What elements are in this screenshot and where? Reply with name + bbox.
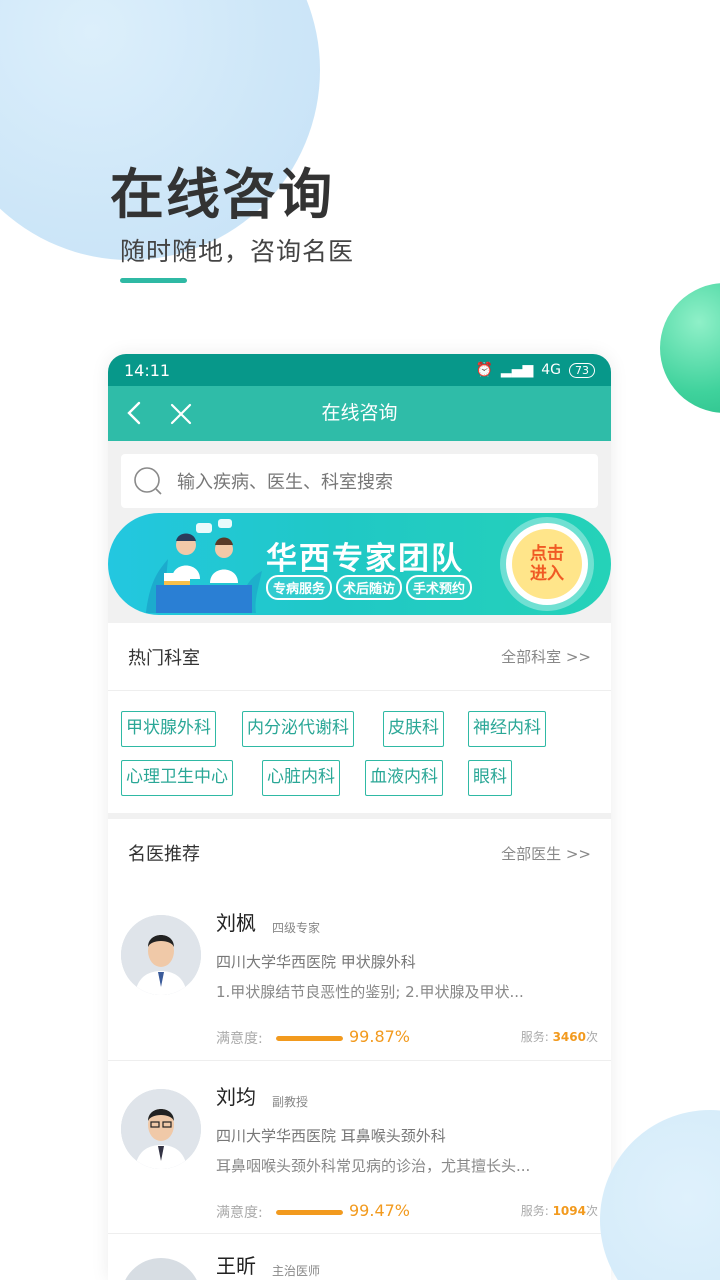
battery-icon: 73 (569, 362, 595, 378)
search-icon (134, 467, 162, 495)
department-tag[interactable]: 心理卫生中心 (121, 760, 233, 796)
banner-tag: 手术预约 (406, 575, 473, 600)
satisfaction-label: 满意度: (216, 1205, 263, 1221)
doctor-description: 1.甲状腺结节良恶性的鉴别; 2.甲状腺及甲状... (216, 983, 524, 1001)
navigation-bar: 在线咨询 (108, 386, 611, 441)
doctor-name: 刘枫 (216, 911, 256, 935)
network-label: 4G (541, 362, 561, 378)
status-time: 14:11 (124, 360, 171, 380)
department-tag[interactable]: 皮肤科 (383, 711, 444, 747)
doctors-header: 名医推荐 全部医生 >> (108, 819, 611, 887)
phone-mockup: 14:11 ⏰ ▂▄▆ 4G 73 在线咨询 输入疾病、医生、科室搜索 华西专家… (108, 354, 611, 1280)
service-label: 服务: (520, 1204, 549, 1218)
department-tag[interactable]: 内分泌代谢科 (242, 711, 354, 747)
search-placeholder: 输入疾病、医生、科室搜索 (177, 472, 393, 493)
decor-blob-bottom-right (600, 1110, 720, 1280)
doctor-card[interactable]: 王昕 主治医师 (108, 1234, 611, 1280)
satisfaction-value: 99.47% (349, 1201, 411, 1220)
doctor-card[interactable]: 刘均 副教授 四川大学华西医院 耳鼻喉头颈外科 耳鼻咽喉头颈外科常见病的诊治，尤… (108, 1061, 611, 1234)
satisfaction-bar (276, 1036, 343, 1041)
banner-tags: 专病服务 术后随访 手术预约 (266, 575, 473, 600)
banner-tag: 专病服务 (266, 575, 333, 600)
nav-title: 在线咨询 (321, 402, 398, 424)
banner-title: 华西专家团队 (266, 541, 464, 577)
doctor-hospital: 四川大学华西医院 甲状腺外科 (216, 953, 416, 971)
app-screen: 在线咨询 随时随地，咨询名医 14:11 ⏰ ▂▄▆ 4G 73 在线咨询 输入… (0, 0, 720, 1280)
department-tag[interactable]: 血液内科 (365, 760, 443, 796)
status-icons: ⏰ ▂▄▆ 4G 73 (475, 362, 595, 378)
satisfaction-bar (276, 1210, 343, 1215)
doctor-name: 刘均 (216, 1085, 256, 1109)
all-doctors-link[interactable]: 全部医生 >> (501, 843, 591, 864)
decor-blob-right (660, 283, 720, 413)
service-label: 服务: (520, 1030, 549, 1044)
search-area: 输入疾病、医生、科室搜索 (108, 441, 611, 513)
doctor-card[interactable]: 刘枫 四级专家 四川大学华西医院 甲状腺外科 1.甲状腺结节良恶性的鉴别; 2.… (108, 887, 611, 1061)
satisfaction-bar-fill (276, 1036, 343, 1041)
satisfaction-bar-fill (276, 1210, 343, 1215)
doctor-title: 四级专家 (272, 921, 321, 935)
avatar (121, 1258, 201, 1280)
hero-title: 在线咨询 (110, 163, 334, 226)
alarm-icon: ⏰ (475, 362, 493, 378)
doctor-name: 王昕 (216, 1254, 256, 1278)
service-count: 服务: 3460次 (521, 1028, 598, 1045)
service-count: 服务: 1094次 (521, 1202, 598, 1219)
enter-button-label: 点击 进入 (512, 529, 582, 599)
search-input[interactable]: 输入疾病、医生、科室搜索 (121, 454, 598, 508)
banner-tag: 术后随访 (336, 575, 403, 600)
status-bar: 14:11 ⏰ ▂▄▆ 4G 73 (108, 354, 611, 386)
doctor-hospital: 四川大学华西医院 耳鼻喉头颈外科 (216, 1127, 446, 1145)
departments-header: 热门科室 全部科室 >> (108, 623, 611, 691)
doctors-title: 名医推荐 (128, 844, 200, 865)
avatar (121, 915, 201, 995)
service-unit: 次 (585, 1030, 598, 1044)
avatar (121, 1089, 201, 1169)
department-tag[interactable]: 神经内科 (468, 711, 546, 747)
service-unit: 次 (585, 1204, 598, 1218)
doctors-illustration-icon (146, 519, 262, 613)
department-tag[interactable]: 心脏内科 (262, 760, 340, 796)
hero-underline (120, 278, 187, 283)
all-departments-link[interactable]: 全部科室 >> (501, 646, 591, 667)
service-number: 3460 (552, 1030, 586, 1044)
service-number: 1094 (552, 1204, 586, 1218)
departments-title: 热门科室 (128, 647, 200, 669)
satisfaction-value: 99.87% (349, 1027, 411, 1046)
signal-icon: ▂▄▆ (500, 362, 534, 378)
doctor-description: 耳鼻咽喉头颈外科常见病的诊治，尤其擅长头... (216, 1157, 531, 1175)
banner-area: 华西专家团队 专病服务 术后随访 手术预约 点击 进入 (108, 513, 611, 623)
satisfaction-label: 满意度: (216, 1031, 263, 1047)
department-tag[interactable]: 甲状腺外科 (121, 711, 216, 747)
hero-subtitle: 随时随地，咨询名医 (120, 237, 355, 266)
department-tags: 甲状腺外科 内分泌代谢科 皮肤科 神经内科 心理卫生中心 心脏内科 血液内科 眼… (108, 691, 611, 813)
doctor-title: 主治医师 (272, 1264, 321, 1278)
enter-button-line1: 点击 (530, 544, 564, 564)
enter-button-line2: 进入 (530, 564, 564, 584)
departments-section: 热门科室 全部科室 >> 甲状腺外科 内分泌代谢科 皮肤科 神经内科 心理卫生中… (108, 623, 611, 813)
enter-button[interactable]: 点击 进入 (506, 523, 588, 605)
expert-team-banner[interactable]: 华西专家团队 专病服务 术后随访 手术预约 点击 进入 (108, 513, 611, 615)
doctors-section: 名医推荐 全部医生 >> 刘枫 四级专家 四川大学华西医院 甲状腺外科 1.甲状… (108, 819, 611, 1280)
department-tag[interactable]: 眼科 (468, 760, 512, 796)
doctor-title: 副教授 (272, 1095, 309, 1109)
